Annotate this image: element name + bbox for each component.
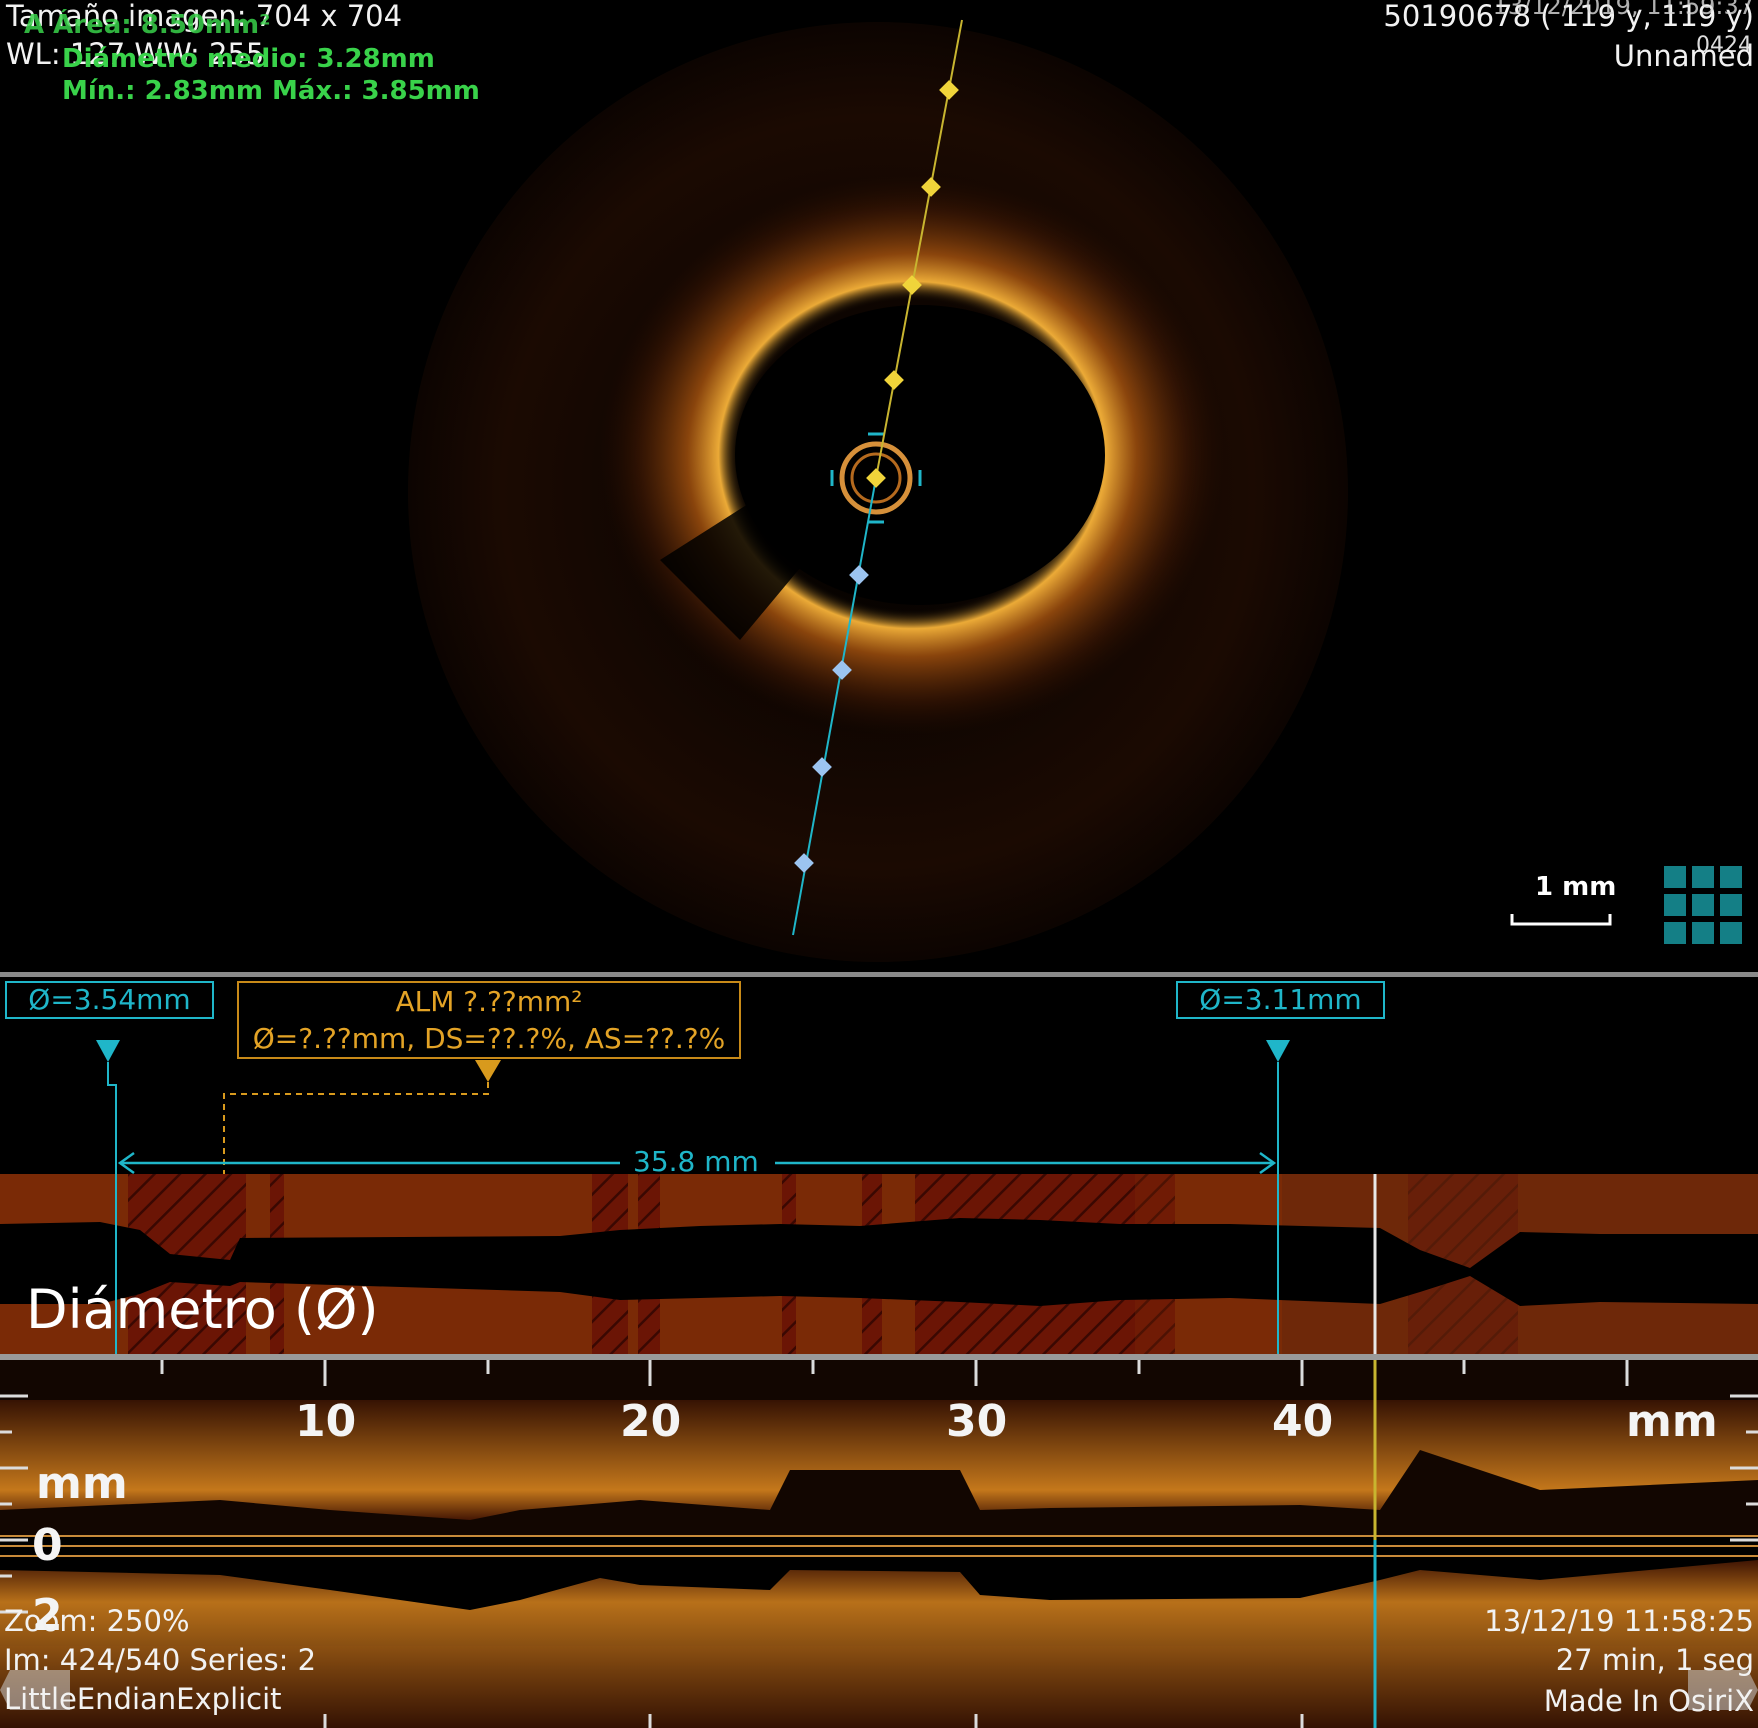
alm-area: ALM ?.??mm² (395, 985, 583, 1018)
study-name-label: Unnamed (1613, 39, 1754, 73)
left-diameter-label[interactable]: Ø=3.54mm (5, 981, 214, 1019)
measurement-markers (96, 1040, 1290, 1180)
area-measure: A Área: 8.50mm² (24, 10, 271, 40)
x-unit-label: mm (1626, 1396, 1718, 1447)
left-marker-arrow (96, 1040, 120, 1062)
right-marker-arrow (1266, 1040, 1290, 1062)
study-date-label: 13/12/19 11:58:25 (1484, 1604, 1754, 1638)
x-tick-10: 10 (295, 1396, 357, 1447)
oct-cross-section (408, 19, 1742, 962)
scale-bar (1510, 914, 1612, 926)
x-tick-40: 40 (1272, 1396, 1334, 1447)
zoom-label: Zoom: 250% (4, 1604, 190, 1638)
diameter-chart-label: Diámetro (Ø) (26, 1278, 379, 1341)
panel-divider (0, 972, 1758, 977)
made-in-label: Made In OsiriX (1543, 1684, 1754, 1718)
scale-bar-label: 1 mm (1535, 872, 1617, 902)
x-tick-20: 20 (620, 1396, 682, 1447)
alm-marker-arrow (475, 1060, 501, 1082)
grid-icon (1664, 866, 1742, 944)
x-tick-30: 30 (946, 1396, 1008, 1447)
duration-label: 27 min, 1 seg (1555, 1643, 1754, 1677)
y-unit-label: mm (36, 1458, 128, 1509)
mean-diameter-measure: Diámetro medio: 3.28mm (62, 44, 435, 74)
acquisition-date-label: 13/12/2019, 11:59:37 (1492, 0, 1754, 20)
minmax-measure: Mín.: 2.83mm Máx.: 3.85mm (62, 76, 480, 106)
image-index-label: Im: 424/540 Series: 2 (4, 1643, 317, 1677)
transfer-syntax-label: LittleEndianExplicit (4, 1682, 282, 1716)
right-diameter-label[interactable]: Ø=3.11mm (1176, 981, 1385, 1019)
y-tick-0: 0 (32, 1520, 63, 1571)
